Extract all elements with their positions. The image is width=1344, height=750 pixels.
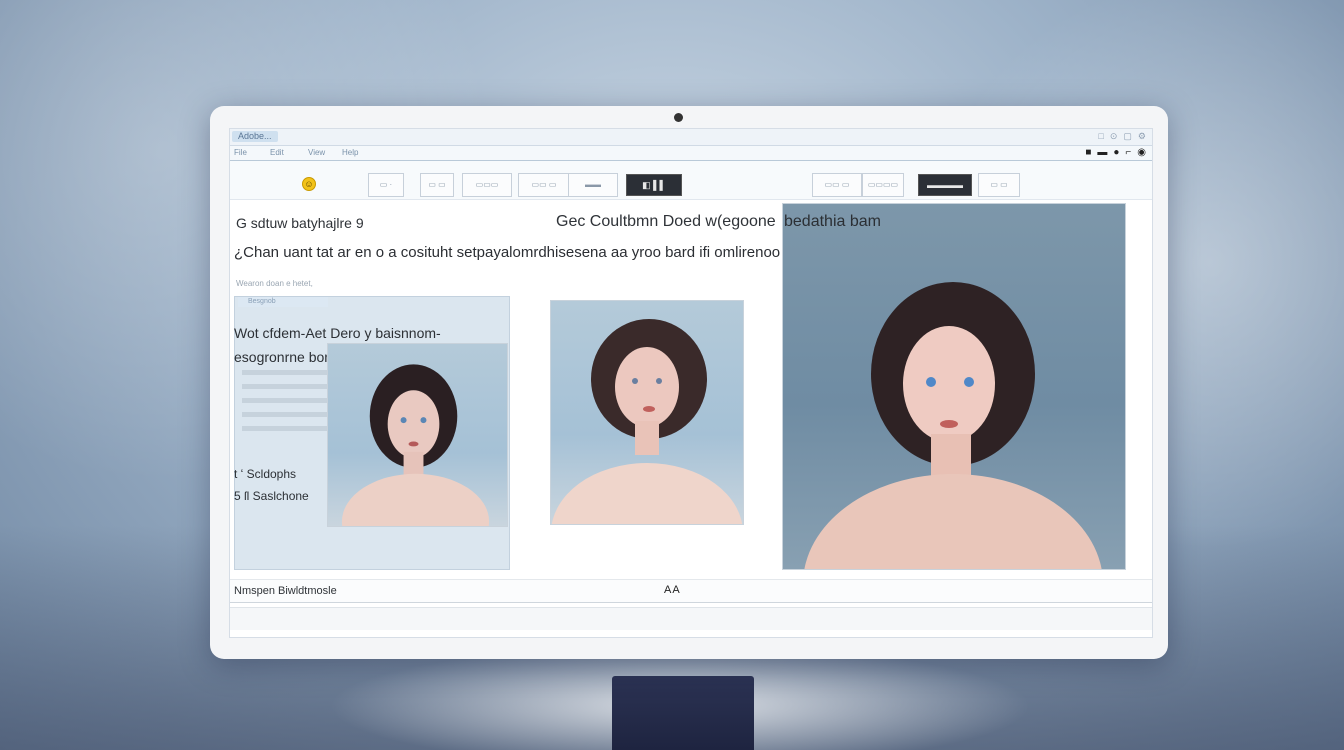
hint-text: Wearon doan e hetet, — [236, 279, 313, 288]
record-icon[interactable]: ■ — [1085, 147, 1091, 159]
toolbar-button-1[interactable]: ▭ · — [368, 173, 404, 197]
portrait-thumbnail-center[interactable] — [550, 300, 744, 525]
list-item — [242, 426, 332, 431]
title-bar: Adobe... □ ⊙ ▢ ⚙ — [230, 129, 1152, 146]
list-item — [242, 398, 332, 403]
portrait-image — [551, 319, 743, 524]
monitor-stand — [612, 676, 754, 750]
toolbar-dark-button-right[interactable]: ▬▬▬▬ — [918, 174, 972, 196]
preview-heading: bedathia bam — [784, 213, 881, 230]
list-item — [242, 412, 332, 417]
section-heading-left: G sdtuw batyhajlre 9 — [236, 215, 364, 231]
section-heading-mid: Gec Coultbmn Doed w(egoone — [556, 213, 776, 230]
menu-file[interactable]: File — [234, 148, 247, 157]
app-tab[interactable]: Adobe... — [232, 131, 278, 142]
minimize-icon[interactable]: □ — [1098, 131, 1103, 142]
portrait-image — [804, 282, 1102, 569]
toolbar-button-5[interactable]: ▬▬ — [568, 173, 618, 197]
smiley-icon[interactable]: ☺ — [302, 177, 316, 191]
dash-icon[interactable]: ▬ — [1097, 147, 1107, 159]
dot-icon[interactable]: ● — [1113, 147, 1119, 159]
toolbar-button-4[interactable]: ▭▭ ▭ — [518, 173, 570, 197]
left-label-2: 5 ſl Saslchone — [234, 489, 309, 503]
menu-bar: File Edit View Help ■ ▬ ● ⌐ ◉ — [230, 146, 1152, 161]
panel-tab[interactable]: Besgnob — [238, 297, 328, 307]
list-item — [242, 384, 332, 389]
target-icon[interactable]: ◉ — [1137, 147, 1146, 159]
corner-icon[interactable]: ⌐ — [1125, 147, 1131, 159]
window-controls: □ ⊙ ▢ ⚙ — [1098, 131, 1146, 142]
toolbar-button-2[interactable]: ▭ ▭ — [420, 173, 454, 197]
menu-help[interactable]: Help — [342, 148, 358, 157]
portrait-preview-large[interactable] — [782, 203, 1126, 570]
restore-icon[interactable]: ⊙ — [1110, 131, 1118, 142]
menu-edit[interactable]: Edit — [270, 148, 284, 157]
left-label-1: t ʻ Scldophs — [234, 467, 297, 481]
status-text: Nmspen Biwldtmosle — [234, 585, 337, 597]
toolbar-button-3[interactable]: ▭▭▭ — [462, 173, 512, 197]
bottom-bar — [230, 607, 1152, 630]
toolbar-button-7[interactable]: ▭▭▭▭ — [862, 173, 904, 197]
maximize-icon[interactable]: ▢ — [1123, 131, 1132, 142]
webcam-icon — [674, 113, 683, 122]
menu-view[interactable]: View — [308, 148, 325, 157]
portrait-thumbnail-left[interactable] — [327, 343, 508, 527]
status-indicator[interactable]: AA — [664, 584, 681, 596]
toolbar-button-8[interactable]: ▭ ▭ — [978, 173, 1020, 197]
toolbar: ☺ ▭ · ▭ ▭ ▭▭▭ ▭▭ ▭ ▬▬ ◧ ▌▌ ▭▭ ▭ ▭▭▭▭ ▬▬▬… — [230, 161, 1152, 200]
faint-list — [242, 361, 332, 440]
toolbar-button-6[interactable]: ▭▭ ▭ — [812, 173, 862, 197]
list-item — [242, 370, 332, 375]
portrait-image — [341, 364, 490, 526]
toolbar-dark-button[interactable]: ◧ ▌▌ — [626, 174, 682, 196]
menu-tools: ■ ▬ ● ⌐ ◉ — [1085, 147, 1146, 159]
app-window: Adobe... □ ⊙ ▢ ⚙ File Edit View Help ■ ▬… — [229, 128, 1153, 638]
status-bar: Nmspen Biwldtmosle AA — [230, 579, 1152, 603]
settings-icon[interactable]: ⚙ — [1138, 131, 1146, 142]
